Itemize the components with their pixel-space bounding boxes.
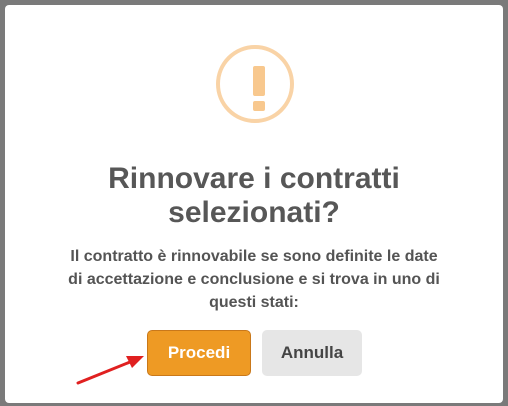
exclamation-bar — [253, 66, 265, 96]
confirm-button[interactable]: Procedi — [147, 330, 251, 376]
dialog-title-line-2: selezionati? — [168, 196, 340, 229]
confirm-dialog: Rinnovare i contratti selezionati? Il co… — [5, 5, 503, 403]
dialog-message: Il contratto è rinnovabile se sono defin… — [27, 245, 481, 314]
dialog-message-line-2: di accettazione e conclusione e si trova… — [68, 271, 440, 288]
dialog-title: Rinnovare i contratti selezionati? — [5, 162, 503, 230]
annotation-arrow-icon — [76, 356, 144, 385]
warning-exclamation-icon — [216, 45, 294, 123]
dialog-message-line-3: questi stati: — [209, 294, 299, 311]
cancel-button[interactable]: Annulla — [262, 330, 362, 376]
dialog-message-line-1: Il contratto è rinnovabile se sono defin… — [70, 248, 438, 265]
dialog-title-line-1: Rinnovare i contratti — [108, 162, 400, 195]
exclamation-dot — [253, 101, 265, 111]
